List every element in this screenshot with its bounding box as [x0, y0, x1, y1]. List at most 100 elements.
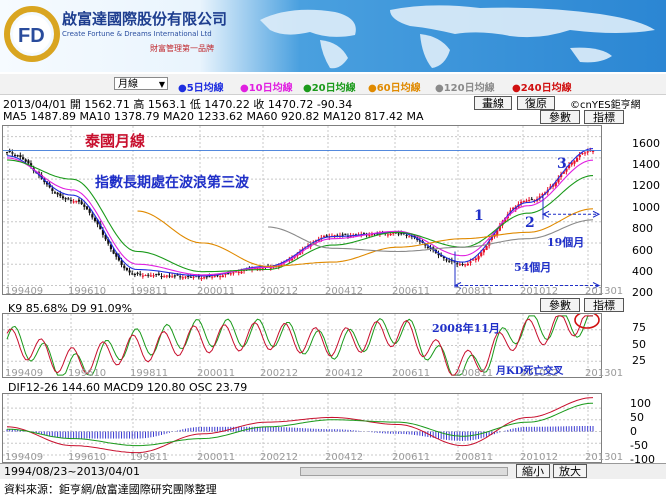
candle-body	[466, 263, 470, 266]
kd-params-button[interactable]: 參數	[540, 298, 580, 312]
logo-letters: FD	[18, 25, 45, 47]
candle-body	[19, 155, 22, 157]
restore-button[interactable]: 復原	[517, 96, 555, 110]
candle-body	[136, 272, 139, 274]
price-y-tick: 1400	[632, 158, 660, 171]
world-map	[260, 5, 655, 69]
candle-body	[386, 234, 390, 236]
main-indicator-button[interactable]: 指標	[584, 110, 624, 124]
price-x-label: 200611	[392, 286, 431, 297]
candle-body	[21, 157, 25, 160]
candle-body	[6, 151, 9, 153]
candle-body	[530, 198, 533, 200]
wave-2-label: 2	[525, 215, 535, 231]
candle-body	[149, 275, 153, 277]
kd-indicator-button[interactable]: 指標	[584, 298, 624, 312]
kd-x-label: 199610	[68, 368, 107, 379]
macd-x-label: 200011	[197, 452, 236, 463]
macd-x-label: 200811	[455, 452, 494, 463]
candle-body	[477, 256, 480, 260]
candle-body	[464, 264, 467, 266]
candle-body	[584, 152, 587, 154]
candle-body	[456, 263, 459, 265]
candle-body	[75, 201, 78, 203]
candle-body	[133, 273, 137, 275]
candle-body	[184, 276, 187, 278]
candle-body	[461, 263, 464, 265]
main-params-button[interactable]: 參數	[540, 110, 580, 124]
candle-body	[163, 276, 166, 278]
candle-body	[480, 252, 483, 256]
candle-body	[61, 196, 65, 199]
company-name-cn: 啟富達國際股份有限公司	[62, 10, 228, 28]
candle-body	[586, 151, 589, 153]
candle-body	[83, 204, 86, 207]
candle-body	[131, 273, 134, 275]
kd-y-tick: 75	[632, 321, 646, 334]
candle-body	[147, 274, 150, 276]
candle-body	[485, 246, 488, 250]
candle-body	[69, 200, 73, 202]
candle-body	[208, 276, 211, 278]
chart-subtitle: 指數長期處在波浪第三波	[95, 175, 249, 191]
candle-body	[397, 233, 400, 235]
kd-x-label: 199409	[5, 368, 44, 379]
macd-y-tick: 50	[630, 411, 644, 424]
macd-line-1	[7, 402, 594, 447]
candle-body	[200, 277, 203, 279]
candle-body	[11, 152, 14, 154]
ma-legend-item: ●60日均線	[368, 83, 421, 94]
candle-body	[525, 200, 528, 202]
chart-footer: 1994/08/23~2013/04/01 縮小 放大	[0, 463, 666, 479]
price-y-tick: 400	[632, 265, 653, 278]
draw-button[interactable]: 畫線	[474, 96, 512, 110]
candle-body	[80, 201, 83, 205]
company-slogan: 財富管理第一品牌	[150, 44, 214, 53]
candle-body	[522, 200, 525, 202]
price-x-label: 200212	[260, 286, 299, 297]
ma-legend-item: ●10日均線	[240, 83, 293, 94]
kd-y-tick: 25	[632, 354, 646, 367]
candle-body	[144, 275, 147, 277]
candle-body	[123, 265, 126, 269]
price-y-tick: 200	[632, 286, 653, 299]
candle-body	[13, 155, 17, 157]
candle-body	[408, 236, 411, 238]
candle-body	[59, 193, 62, 197]
price-y-tick: 600	[632, 244, 653, 257]
zoom-in-button[interactable]: 放大	[553, 464, 587, 478]
horizontal-scrollbar[interactable]	[300, 467, 508, 476]
macd-x-label: 200412	[325, 452, 364, 463]
candle-body	[197, 276, 200, 278]
note-2008-label: 2008年11月	[432, 322, 500, 335]
candle-body	[112, 250, 115, 254]
candle-body	[120, 260, 123, 265]
wave-1-label: 1	[474, 208, 484, 224]
price-x-label: 201012	[520, 286, 559, 297]
macd-x-label: 199610	[68, 452, 107, 463]
price-chart-svg	[3, 126, 601, 294]
candle-body	[325, 235, 328, 237]
candle-body	[192, 276, 195, 278]
candle-body	[576, 158, 579, 162]
candle-body	[53, 192, 57, 194]
candle-body	[85, 206, 89, 210]
macd-x-label: 201301	[585, 452, 624, 463]
period-select[interactable]: 月線 ▼	[114, 77, 168, 90]
candle-body	[8, 150, 11, 152]
price-x-label: 200412	[325, 286, 364, 297]
ohlc-readout: 2013/04/01 開 1562.71 高 1563.1 低 1470.22 …	[3, 98, 353, 109]
kd-x-label: 200212	[260, 368, 299, 379]
candle-body	[368, 235, 371, 237]
candle-body	[322, 235, 326, 237]
price-x-label: 200011	[197, 286, 236, 297]
price-x-label: 199409	[5, 286, 44, 297]
chart-toolbar: 月線 ▼ ●5日均線 ●10日均線 ●20日均線 ●60日均線 ●120日均線 ●240日…	[0, 74, 666, 95]
zoom-out-button[interactable]: 縮小	[516, 464, 550, 478]
candle-body	[56, 192, 59, 195]
candle-body	[176, 274, 179, 276]
candle-body	[528, 199, 531, 201]
candle-body	[139, 273, 142, 275]
candle-body	[67, 198, 70, 200]
company-name-en: Create Fortune & Dreams International Lt…	[62, 30, 212, 38]
